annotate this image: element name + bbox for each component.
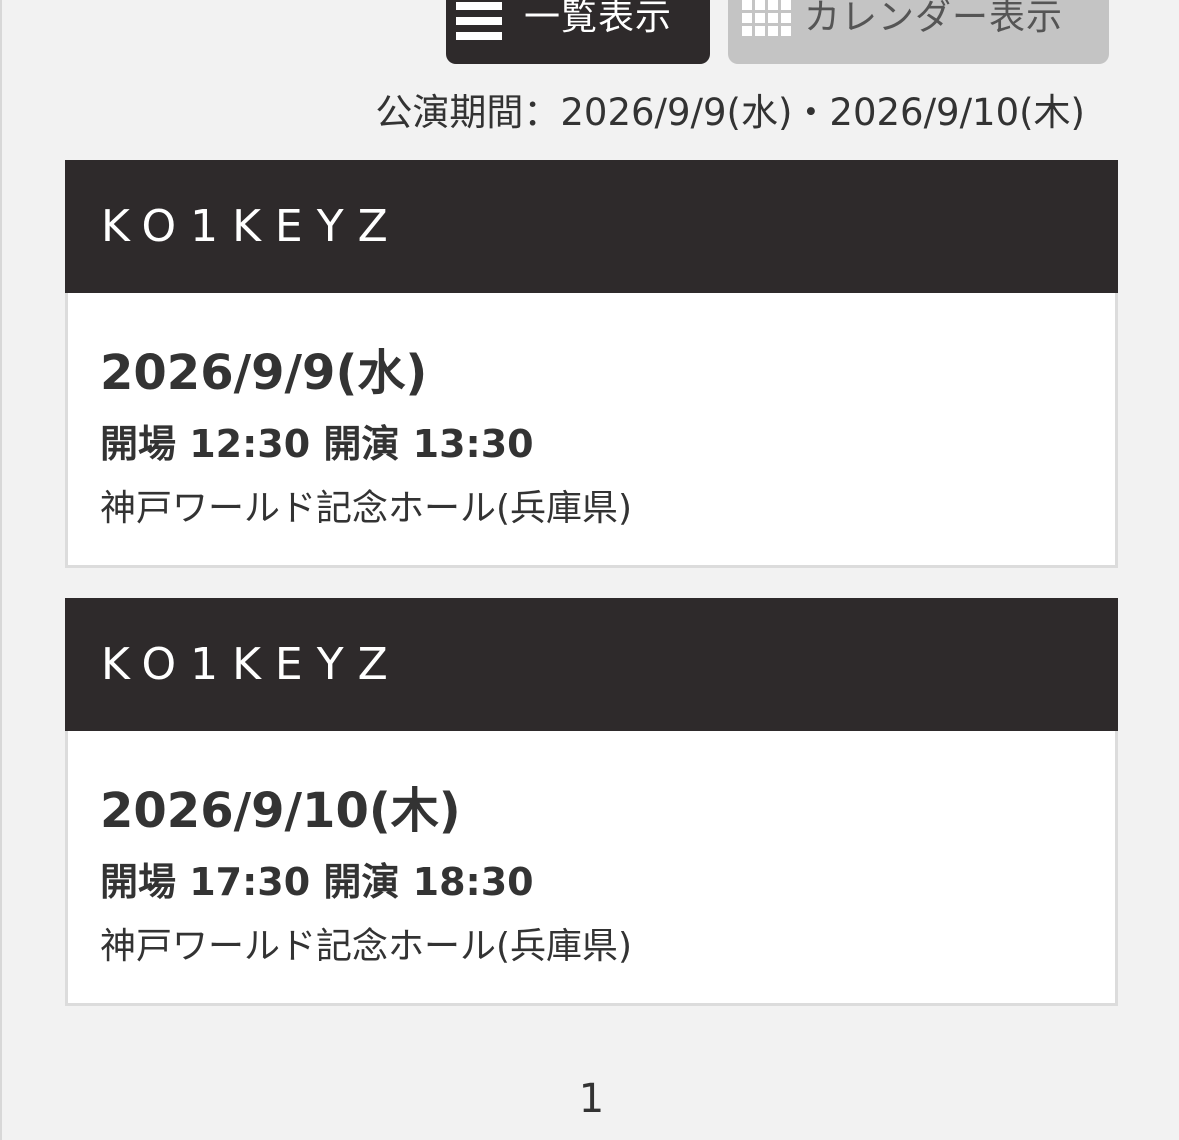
event-artist-name: KO1KEYZ (101, 639, 402, 690)
event-card: KO1KEYZ 2026/9/10(木) 開場 17:30 開演 18:30 神… (65, 598, 1118, 1006)
list-view-label: 一覧表示 (524, 0, 673, 38)
event-card: KO1KEYZ 2026/9/9(水) 開場 12:30 開演 13:30 神戸… (65, 160, 1118, 568)
event-details[interactable]: 2026/9/9(水) 開場 12:30 開演 13:30 神戸ワールド記念ホー… (65, 293, 1118, 568)
grid-icon (742, 0, 791, 36)
event-details[interactable]: 2026/9/10(木) 開場 17:30 開演 18:30 神戸ワールド記念ホ… (65, 731, 1118, 1006)
event-date: 2026/9/9(水) (100, 345, 428, 401)
event-artist-header: KO1KEYZ (65, 160, 1118, 293)
page-number-current[interactable]: 1 (579, 1076, 604, 1122)
event-times: 開場 12:30 開演 13:30 (100, 422, 534, 466)
list-view-button[interactable]: 一覧表示 (446, 0, 710, 64)
event-venue: 神戸ワールド記念ホール(兵庫県) (100, 926, 633, 967)
pagination: 1 (2, 1076, 1179, 1122)
performance-period: 公演期間：2026/9/9(水)・2026/9/10(木) (375, 91, 1085, 134)
event-artist-header: KO1KEYZ (65, 598, 1118, 731)
event-date: 2026/9/10(木) (100, 783, 461, 839)
event-schedule-page: 一覧表示 カレンダー表示 公演期間：2026/9/9(水)・2026/9/10(… (0, 0, 1179, 1140)
calendar-view-label: カレンダー表示 (804, 0, 1064, 38)
event-artist-name: KO1KEYZ (101, 201, 402, 252)
event-times: 開場 17:30 開演 18:30 (100, 860, 534, 904)
calendar-view-button[interactable]: カレンダー表示 (728, 0, 1109, 64)
list-icon (456, 2, 502, 40)
event-venue: 神戸ワールド記念ホール(兵庫県) (100, 488, 633, 529)
